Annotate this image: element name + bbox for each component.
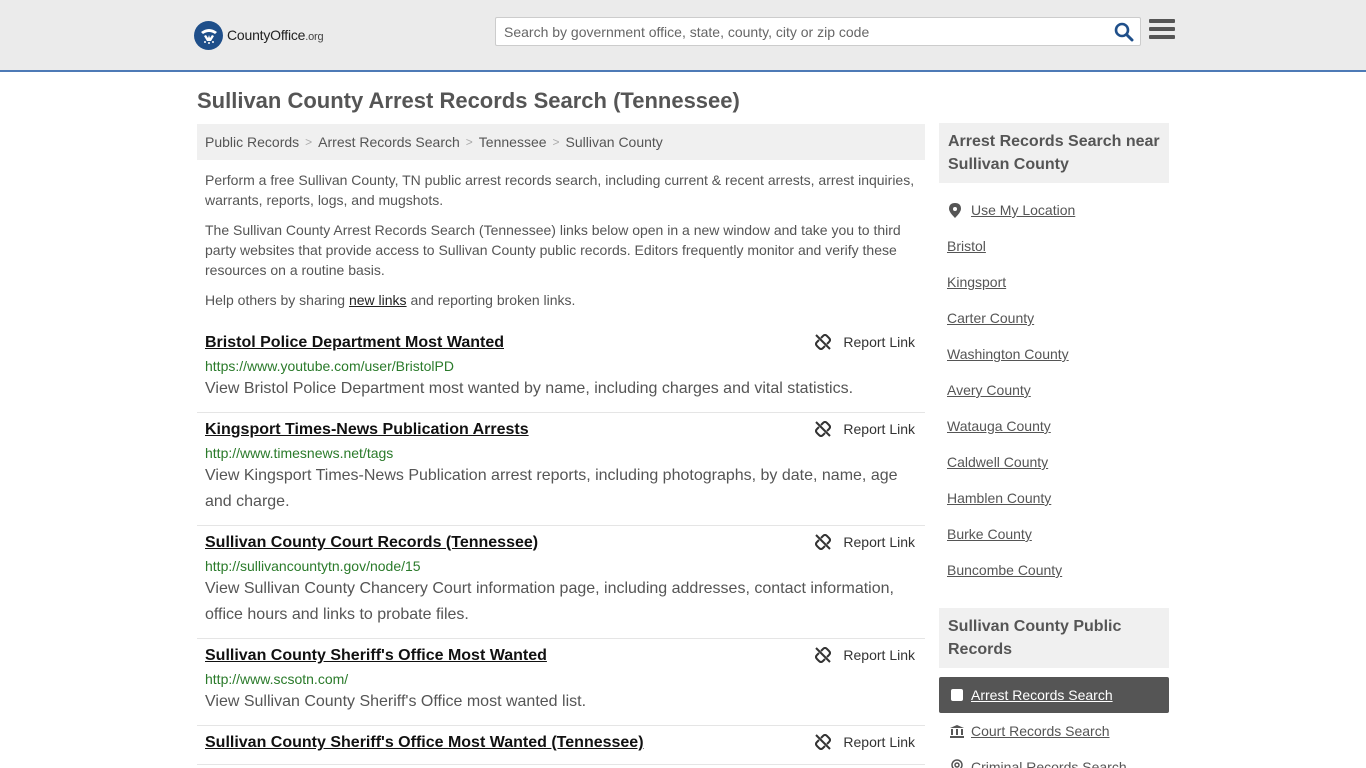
intro-paragraph-2: The Sullivan County Arrest Records Searc… bbox=[205, 222, 901, 278]
records-item-criminal[interactable]: Criminal Records Search bbox=[939, 749, 1169, 768]
records-link-criminal[interactable]: Criminal Records Search bbox=[971, 759, 1127, 768]
breadcrumb-sullivan-county[interactable]: Sullivan County bbox=[566, 134, 663, 150]
chevron-right-icon: > bbox=[305, 135, 313, 149]
hamburger-menu-icon[interactable] bbox=[1149, 19, 1175, 43]
logo-text: CountyOffice.org bbox=[227, 27, 324, 43]
records-link-court[interactable]: Court Records Search bbox=[971, 723, 1110, 739]
broken-link-icon bbox=[815, 421, 832, 437]
nearby-item[interactable]: Avery County bbox=[947, 372, 1169, 408]
records-item-court[interactable]: Court Records Search bbox=[939, 713, 1169, 749]
listing-description: View Bristol Police Department most want… bbox=[205, 380, 854, 397]
logo-seal-icon bbox=[194, 20, 223, 50]
search-input[interactable] bbox=[496, 18, 1106, 45]
listing-item: Kingsport Times-News Publication Arrests… bbox=[197, 413, 925, 526]
report-link-button[interactable]: Report Link bbox=[815, 734, 915, 750]
fingerprint-icon bbox=[949, 759, 965, 768]
public-records-heading: Sullivan County Public Records bbox=[939, 608, 1169, 668]
square-icon bbox=[949, 689, 965, 701]
nearby-heading: Arrest Records Search near Sullivan Coun… bbox=[939, 123, 1169, 183]
listing-title-link[interactable]: Sullivan County Sheriff's Office Most Wa… bbox=[205, 732, 644, 754]
breadcrumb-arrest-records[interactable]: Arrest Records Search bbox=[318, 134, 460, 150]
records-link-arrest[interactable]: Arrest Records Search bbox=[971, 687, 1113, 703]
breadcrumb: Public Records > Arrest Records Search >… bbox=[197, 124, 925, 160]
nearby-link-bristol[interactable]: Bristol bbox=[947, 238, 986, 254]
listing-url[interactable]: http://www.timesnews.net/tags bbox=[205, 444, 917, 462]
listing-item: Bristol Police Department Most Wanted ht… bbox=[197, 326, 925, 413]
top-header: CountyOffice.org bbox=[0, 0, 1366, 72]
nearby-item[interactable]: Buncombe County bbox=[947, 552, 1169, 588]
listing-item: Sullivan County Sheriff's Office Most Wa… bbox=[197, 639, 925, 726]
nearby-item[interactable]: Kingsport bbox=[947, 264, 1169, 300]
nearby-item[interactable]: Washington County bbox=[947, 336, 1169, 372]
use-location-link[interactable]: Use My Location bbox=[971, 202, 1075, 218]
listing-description: View Sullivan County Chancery Court info… bbox=[205, 580, 894, 623]
search-box bbox=[495, 17, 1141, 46]
listing-title-link[interactable]: Kingsport Times-News Publication Arrests bbox=[205, 419, 529, 441]
records-item-arrest[interactable]: Arrest Records Search bbox=[939, 677, 1169, 713]
page-title: Sullivan County Arrest Records Search (T… bbox=[197, 88, 740, 113]
intro-text: Perform a free Sullivan County, TN publi… bbox=[205, 170, 921, 320]
listing-item: Sullivan County Sheriff's Office Most Wa… bbox=[197, 726, 925, 765]
nearby-link-hamblen-county[interactable]: Hamblen County bbox=[947, 490, 1051, 506]
site-logo[interactable]: CountyOffice.org bbox=[194, 20, 324, 50]
nearby-item[interactable]: Caldwell County bbox=[947, 444, 1169, 480]
listing-url[interactable]: http://sullivancountytn.gov/node/15 bbox=[205, 557, 917, 575]
listing-description: View Sullivan County Sheriff's Office mo… bbox=[205, 693, 587, 710]
report-link-button[interactable]: Report Link bbox=[815, 334, 915, 350]
nearby-item[interactable]: Carter County bbox=[947, 300, 1169, 336]
chevron-right-icon: > bbox=[552, 135, 560, 149]
nearby-link-washington-county[interactable]: Washington County bbox=[947, 346, 1069, 362]
listing-description: View Kingsport Times-News Publication ar… bbox=[205, 467, 898, 510]
listing-item: Sullivan County Court Records (Tennessee… bbox=[197, 526, 925, 639]
intro-paragraph-3: Help others by sharing new links and rep… bbox=[205, 292, 576, 308]
report-link-button[interactable]: Report Link bbox=[815, 534, 915, 550]
nearby-item[interactable]: Watauga County bbox=[947, 408, 1169, 444]
nearby-item[interactable]: Bristol bbox=[947, 228, 1169, 264]
broken-link-icon bbox=[815, 534, 832, 550]
intro-paragraph-1: Perform a free Sullivan County, TN publi… bbox=[205, 172, 915, 208]
breadcrumb-public-records[interactable]: Public Records bbox=[205, 134, 299, 150]
listing-results: Bristol Police Department Most Wanted ht… bbox=[197, 326, 925, 765]
nearby-link-kingsport[interactable]: Kingsport bbox=[947, 274, 1006, 290]
listing-title-link[interactable]: Sullivan County Court Records (Tennessee… bbox=[205, 532, 538, 554]
nearby-link-caldwell-county[interactable]: Caldwell County bbox=[947, 454, 1048, 470]
listing-title-link[interactable]: Bristol Police Department Most Wanted bbox=[205, 332, 504, 354]
nearby-link-burke-county[interactable]: Burke County bbox=[947, 526, 1032, 542]
new-links-link[interactable]: new links bbox=[349, 292, 407, 308]
map-pin-icon bbox=[947, 202, 963, 218]
nearby-link-carter-county[interactable]: Carter County bbox=[947, 310, 1034, 326]
listing-title-link[interactable]: Sullivan County Sheriff's Office Most Wa… bbox=[205, 645, 547, 667]
nearby-item[interactable]: Burke County bbox=[947, 516, 1169, 552]
chevron-right-icon: > bbox=[465, 135, 473, 149]
nearby-list: Use My Location Bristol Kingsport Carter… bbox=[947, 192, 1169, 588]
search-icon[interactable] bbox=[1114, 22, 1134, 42]
report-link-button[interactable]: Report Link bbox=[815, 647, 915, 663]
nearby-link-watauga-county[interactable]: Watauga County bbox=[947, 418, 1051, 434]
report-link-button[interactable]: Report Link bbox=[815, 421, 915, 437]
broken-link-icon bbox=[815, 647, 832, 663]
nearby-link-buncombe-county[interactable]: Buncombe County bbox=[947, 562, 1062, 578]
broken-link-icon bbox=[815, 334, 832, 350]
use-location-item[interactable]: Use My Location bbox=[947, 192, 1169, 228]
breadcrumb-tennessee[interactable]: Tennessee bbox=[479, 134, 547, 150]
nearby-item[interactable]: Hamblen County bbox=[947, 480, 1169, 516]
broken-link-icon bbox=[815, 734, 832, 750]
nearby-link-avery-county[interactable]: Avery County bbox=[947, 382, 1031, 398]
listing-url[interactable]: http://www.scsotn.com/ bbox=[205, 670, 917, 688]
listing-url[interactable]: https://www.youtube.com/user/BristolPD bbox=[205, 357, 917, 375]
courthouse-icon bbox=[949, 724, 965, 738]
